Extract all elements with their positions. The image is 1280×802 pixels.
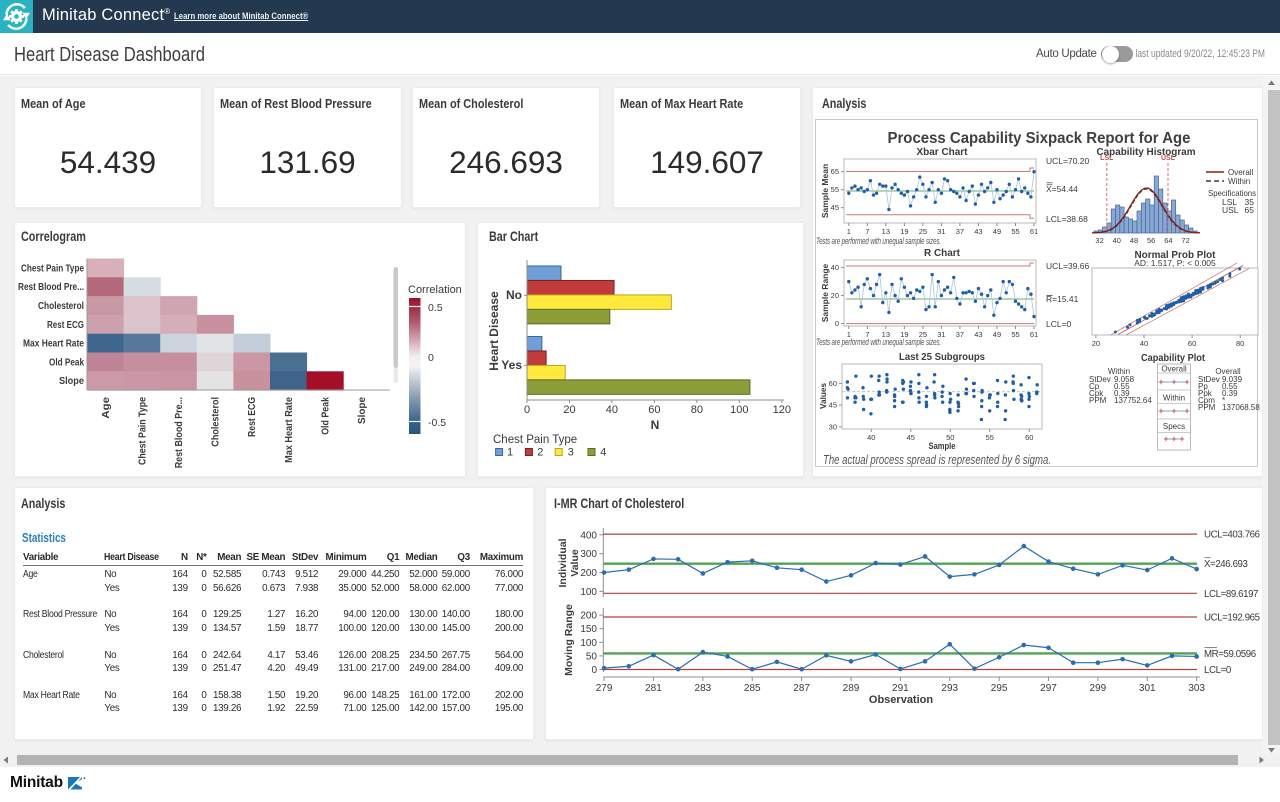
- svg-text:295: 295: [991, 683, 1008, 694]
- svg-text:283: 283: [695, 683, 712, 694]
- svg-text:297: 297: [1040, 683, 1057, 694]
- svg-text:281: 281: [645, 683, 662, 694]
- svg-text:100: 100: [580, 587, 597, 598]
- svg-text:200: 200: [580, 611, 597, 622]
- svg-text:287: 287: [793, 683, 810, 694]
- svg-text:400: 400: [580, 530, 597, 541]
- svg-text:293: 293: [941, 683, 958, 694]
- svg-text:X=246.693: X=246.693: [1204, 559, 1248, 570]
- svg-text:303: 303: [1188, 683, 1205, 694]
- svg-text:285: 285: [744, 683, 761, 694]
- svg-text:Value: Value: [569, 549, 581, 577]
- svg-text:279: 279: [596, 683, 613, 694]
- svg-text:50: 50: [586, 651, 598, 662]
- svg-text:200: 200: [580, 568, 597, 579]
- svg-text:LCL=0: LCL=0: [1204, 665, 1232, 676]
- svg-text:0: 0: [591, 665, 597, 676]
- svg-text:100: 100: [580, 638, 597, 649]
- svg-text:300: 300: [580, 549, 597, 560]
- svg-text:291: 291: [892, 683, 909, 694]
- svg-text:289: 289: [843, 683, 860, 694]
- svg-text:Individual: Individual: [557, 538, 569, 587]
- svg-text:MR=59.0596: MR=59.0596: [1204, 649, 1256, 660]
- svg-text:299: 299: [1090, 683, 1107, 694]
- svg-text:LCL=89.6197: LCL=89.6197: [1204, 589, 1258, 600]
- svg-text:Observation: Observation: [869, 694, 933, 706]
- svg-text:UCL=403.766: UCL=403.766: [1204, 530, 1260, 541]
- svg-text:Moving Range: Moving Range: [563, 604, 575, 676]
- svg-text:150: 150: [580, 624, 597, 635]
- svg-text:301: 301: [1139, 683, 1156, 694]
- svg-text:UCL=192.965: UCL=192.965: [1204, 613, 1260, 624]
